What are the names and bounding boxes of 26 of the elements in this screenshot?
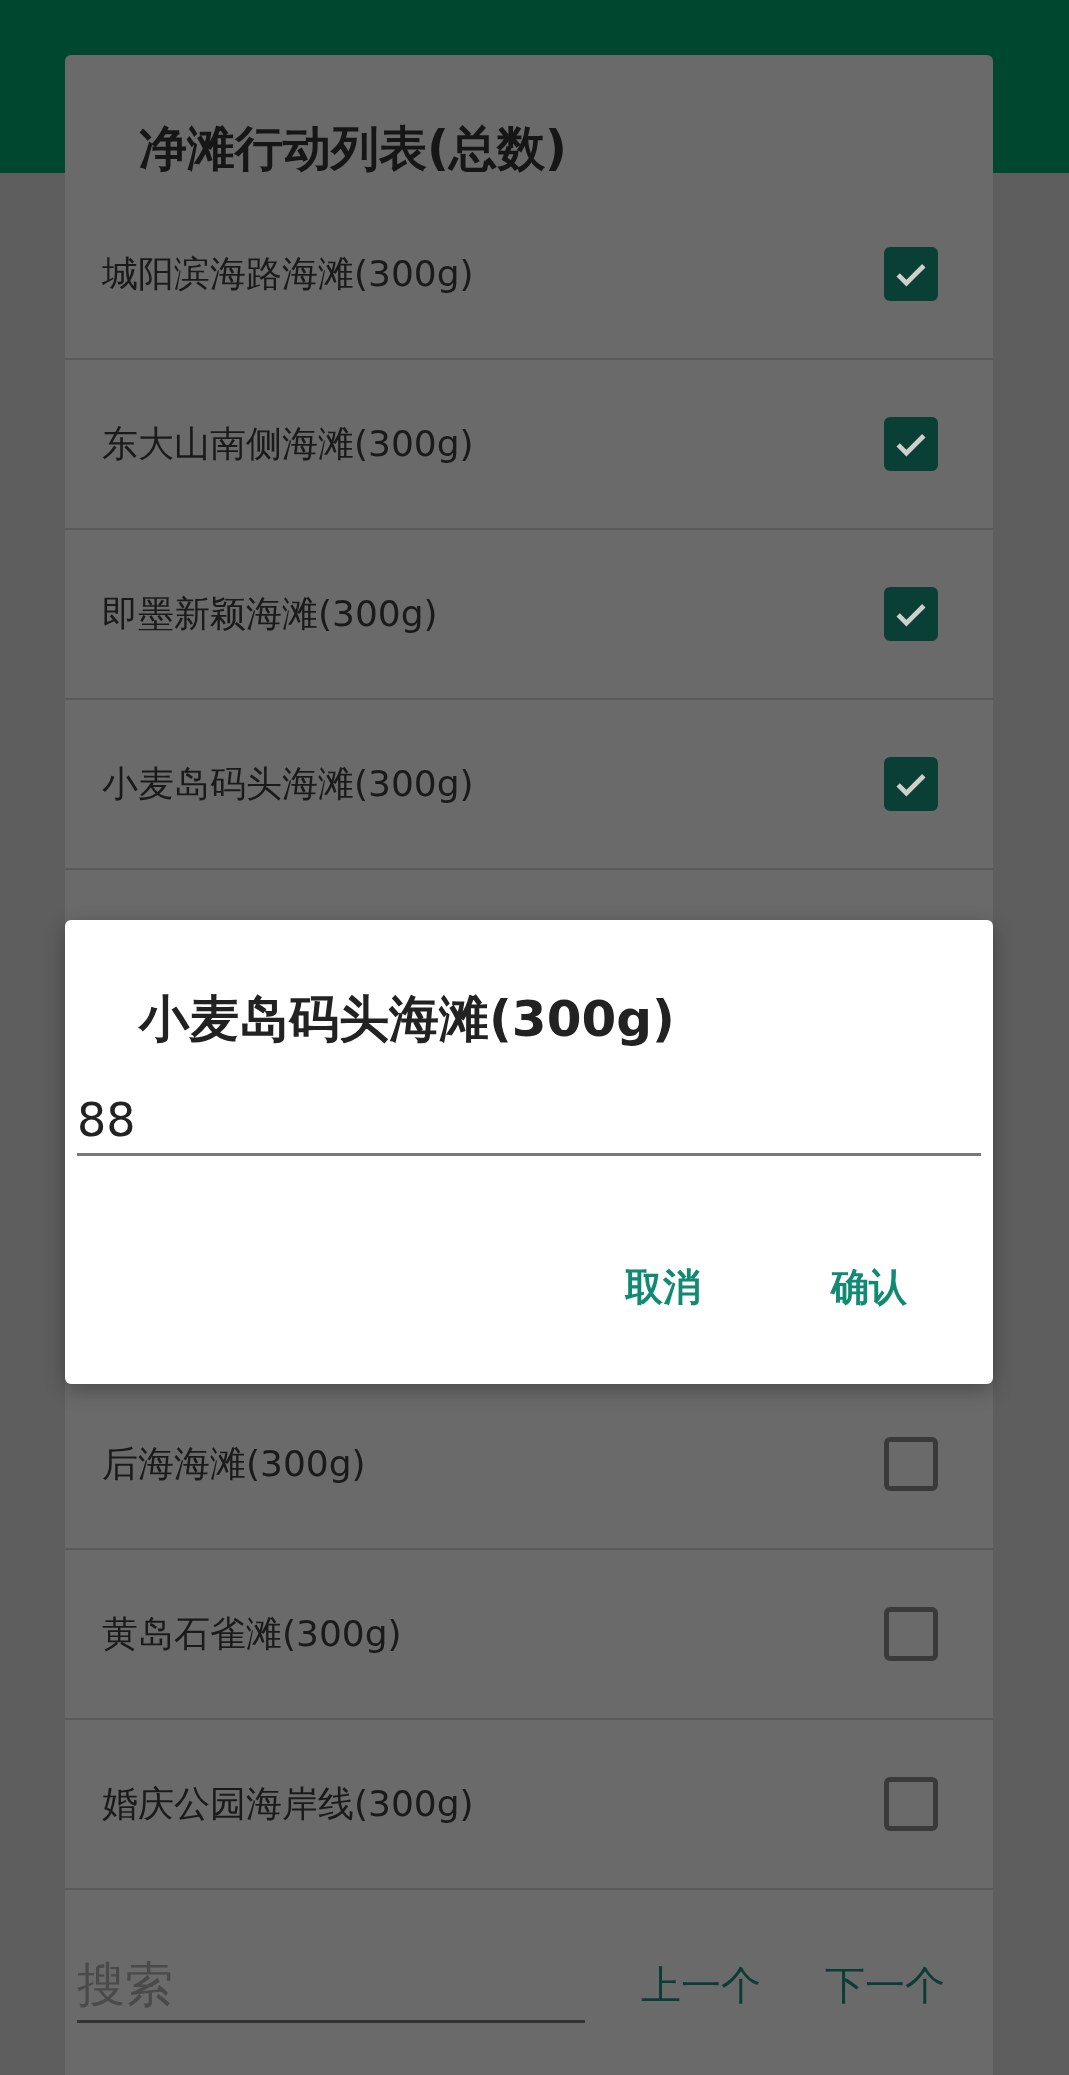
item-label: 城阳滨海路海滩(300g) <box>102 251 474 296</box>
list-item[interactable]: 东大山南侧海滩(300g) <box>65 360 993 530</box>
nav-button[interactable]: 下一个 <box>817 1948 953 2023</box>
list-item[interactable]: 黄岛石雀滩(300g) <box>65 1550 993 1720</box>
checkbox[interactable] <box>884 587 938 641</box>
item-label: 后海海滩(300g) <box>102 1441 366 1486</box>
dialog-title: 小麦岛码头海滩(300g) <box>137 989 676 1050</box>
nav-button[interactable]: 上一个 <box>633 1948 769 2023</box>
checkbox[interactable] <box>884 247 938 301</box>
item-label: 小麦岛码头海滩(300g) <box>102 761 474 806</box>
checkbox[interactable] <box>884 1607 938 1661</box>
dialog-title: 净滩行动列表(总数) <box>138 119 568 178</box>
list-item[interactable]: 婚庆公园海岸线(300g) <box>65 1720 993 1890</box>
dialog-button[interactable]: 取消 <box>605 1252 721 1323</box>
list-item[interactable]: 城阳滨海路海滩(300g) <box>65 190 993 360</box>
list-item[interactable]: 小麦岛码头海滩(300g) <box>65 700 993 870</box>
item-label: 婚庆公园海岸线(300g) <box>102 1781 474 1826</box>
checkbox[interactable] <box>884 417 938 471</box>
item-label: 即墨新颖海滩(300g) <box>102 591 438 636</box>
list-item[interactable]: 即墨新颖海滩(300g) <box>65 530 993 700</box>
item-label: 黄岛石雀滩(300g) <box>102 1611 402 1656</box>
checkbox[interactable] <box>884 1777 938 1831</box>
checkbox[interactable] <box>884 1437 938 1491</box>
checkbox[interactable] <box>884 757 938 811</box>
dialog-button[interactable]: 确认 <box>811 1252 927 1323</box>
item-label: 东大山南侧海滩(300g) <box>102 421 474 466</box>
